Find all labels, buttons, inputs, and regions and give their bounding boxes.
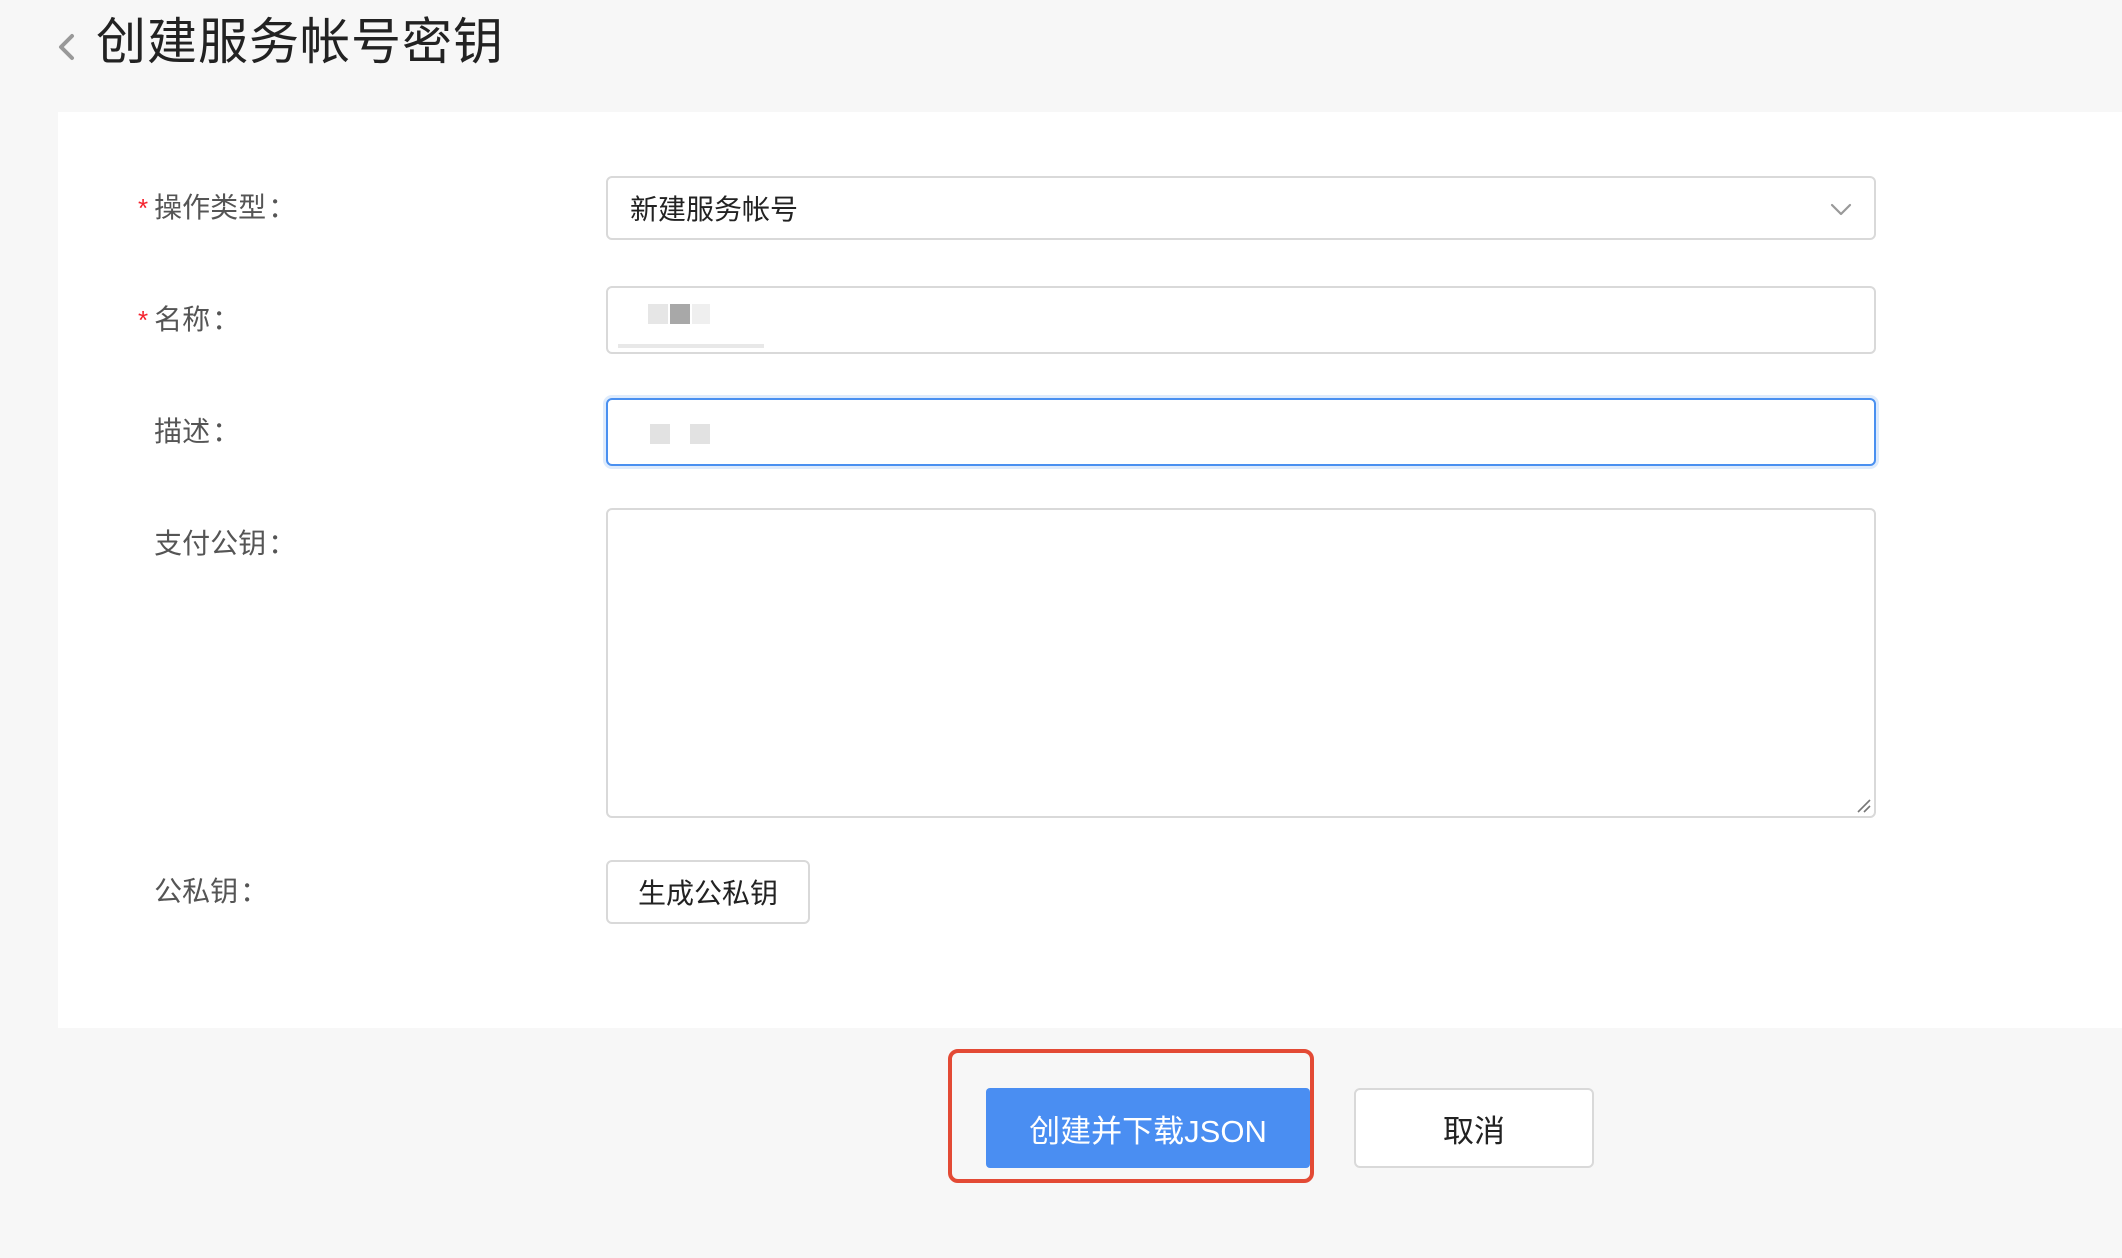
payment-public-key-textarea[interactable] bbox=[606, 508, 1876, 818]
resize-grip-icon[interactable] bbox=[1854, 796, 1872, 814]
redacted-text bbox=[670, 304, 690, 324]
operation-type-select[interactable]: 新建服务帐号 bbox=[606, 176, 1876, 240]
redacted-text bbox=[692, 304, 710, 324]
payment-public-key-label: *支付公钥： bbox=[154, 528, 297, 559]
page: 创建服务帐号密钥 * 操作类型： 新建服务帐号 * 名称： 描述： 支付公钥： … bbox=[0, 0, 2122, 1258]
create-and-download-json-button[interactable]: 创建并下载JSON bbox=[986, 1088, 1310, 1168]
required-mark: * bbox=[138, 193, 149, 223]
cancel-button[interactable]: 取消 bbox=[1354, 1088, 1594, 1168]
page-header: 创建服务帐号密钥 bbox=[0, 0, 2122, 112]
name-label: * 名称： bbox=[138, 304, 241, 335]
operation-type-label: * 操作类型： bbox=[138, 192, 297, 223]
redacted-text bbox=[650, 424, 670, 444]
description-label: *描述： bbox=[154, 416, 241, 447]
operation-type-value: 新建服务帐号 bbox=[630, 194, 799, 225]
form-card: *操作类型： 新建服务帐号 *名称： *描述： bbox=[58, 112, 2122, 1028]
page-title: 创建服务帐号密钥 bbox=[96, 14, 504, 70]
redacted-text bbox=[690, 424, 710, 444]
name-input[interactable] bbox=[606, 286, 1876, 354]
description-input[interactable] bbox=[606, 398, 1876, 466]
key-pair-label: *公私钥： bbox=[154, 876, 269, 907]
required-mark: * bbox=[138, 305, 149, 335]
chevron-left-icon[interactable] bbox=[52, 30, 82, 64]
generate-key-pair-button[interactable]: 生成公私钥 bbox=[606, 860, 810, 924]
redacted-underline bbox=[618, 344, 764, 348]
chevron-down-icon bbox=[1830, 203, 1852, 216]
redacted-text bbox=[648, 304, 668, 324]
